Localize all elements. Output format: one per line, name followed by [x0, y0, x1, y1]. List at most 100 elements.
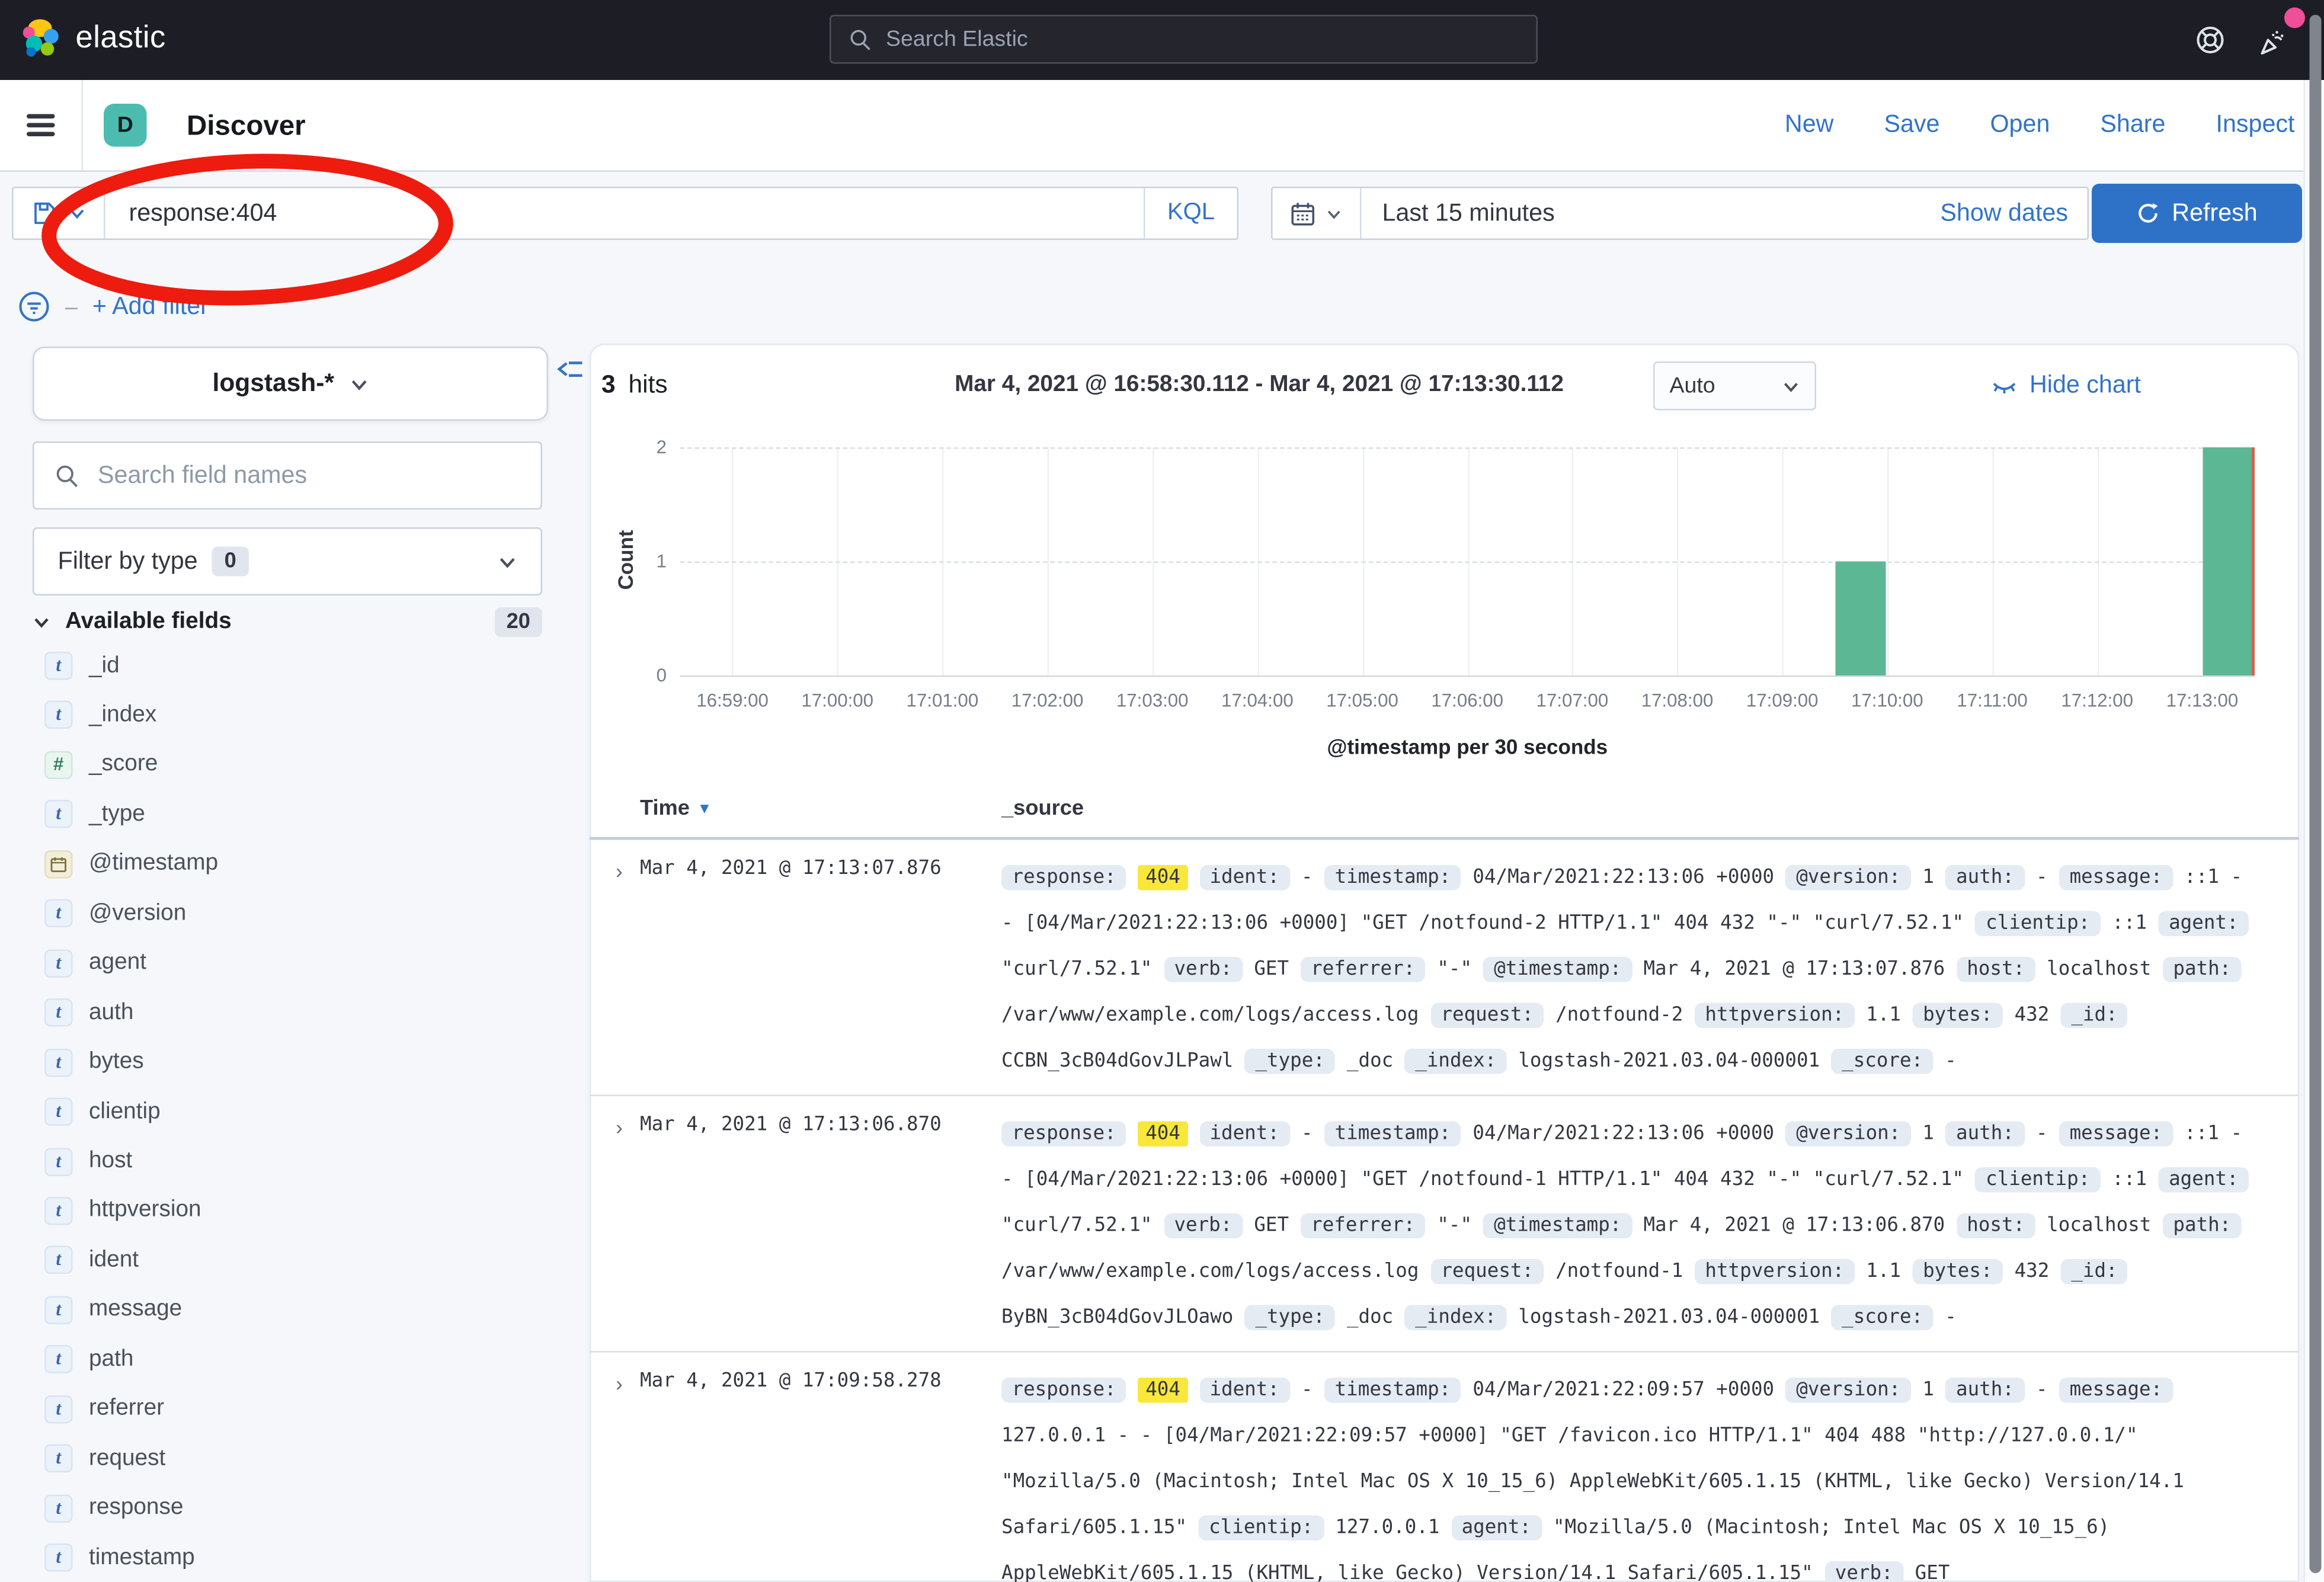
field-item-agent[interactable]: tagent [44, 949, 146, 978]
brand-name: elastic [76, 21, 166, 56]
field-name: @timestamp [89, 851, 218, 878]
scrollbar-thumb[interactable] [2309, 15, 2320, 1573]
field-value: 1 [1922, 867, 1934, 889]
histogram-bar[interactable] [1835, 562, 1886, 676]
field-item-_id[interactable]: t_id [44, 652, 120, 680]
x-tick-label: 17:05:00 [1326, 690, 1398, 711]
field-name-badge: host: [1957, 957, 2035, 982]
saved-query-menu[interactable] [14, 188, 104, 239]
field-item-httpversion[interactable]: thttpversion [44, 1197, 201, 1225]
field-value: /var/www/example.com/logs/access.log [1001, 1004, 1419, 1027]
field-value: CCBN_3cB04dGovJLPawl [1001, 1051, 1233, 1073]
field-name-badge: _type: [1245, 1049, 1335, 1074]
query-text[interactable]: response:404 [105, 199, 1144, 228]
field-name-badge: path: [2163, 957, 2242, 982]
menu-hamburger-icon[interactable] [27, 114, 55, 137]
collapse-sidebar-icon[interactable] [557, 356, 585, 384]
field-name-badge: message: [2059, 1378, 2173, 1403]
x-tick-label: 17:13:00 [2166, 690, 2239, 711]
expand-row-icon[interactable]: › [598, 1368, 640, 1582]
field-name-badge: httpversion: [1695, 1003, 1855, 1029]
field-search-input[interactable]: Search field names [33, 441, 542, 510]
field-name-badge: message: [2059, 865, 2173, 891]
field-item-clientip[interactable]: tclientip [44, 1098, 161, 1126]
field-item-@version[interactable]: t@version [44, 899, 186, 928]
sort-desc-icon[interactable]: ▼ [697, 800, 712, 817]
field-item-bytes[interactable]: tbytes [44, 1048, 144, 1077]
field-value: - [1945, 1306, 1957, 1329]
global-search-input[interactable]: Search Elastic [830, 15, 1538, 64]
field-value: GET [1915, 1563, 1950, 1582]
refresh-button[interactable]: Refresh [2092, 184, 2302, 243]
field-name-badge: clientip: [1199, 1516, 1324, 1541]
x-tick-label: 17:11:00 [1957, 690, 2027, 711]
field-item-response[interactable]: t response [44, 1494, 183, 1523]
index-pattern-selector[interactable]: logstash-* [33, 347, 548, 421]
menu-item-inspect[interactable]: Inspect [2216, 111, 2294, 140]
time-range-value[interactable]: Last 15 minutes [1362, 199, 1941, 228]
filter-list-icon[interactable] [18, 290, 50, 323]
filter-by-type-count: 0 [213, 547, 248, 577]
eye-closed-icon [1991, 373, 2018, 399]
field-value: 432 [2015, 1261, 2050, 1283]
field-name-badge: agent: [2159, 1167, 2249, 1193]
field-item-_type[interactable]: t_type [44, 800, 145, 829]
field-name-badge: timestamp: [1324, 1378, 1461, 1403]
string-field-type-icon: t [44, 1543, 73, 1572]
add-filter-button[interactable]: + Add filter [92, 293, 209, 321]
date-quick-menu[interactable] [1273, 201, 1361, 226]
table-row: ›Mar 4, 2021 @ 17:13:06.870response: 404… [590, 1096, 2299, 1353]
field-item-_index[interactable]: t_index [44, 702, 156, 730]
field-value: GET [1254, 959, 1289, 981]
help-icon[interactable] [2194, 24, 2227, 56]
expand-row-icon[interactable]: › [598, 1111, 640, 1341]
column-header-time[interactable]: Time ▼ [640, 797, 712, 821]
query-input[interactable]: response:404 KQL [12, 187, 1238, 240]
field-item-request[interactable]: trequest [44, 1445, 165, 1473]
string-field-type-icon: t [44, 1494, 73, 1523]
field-name-badge: auth: [1946, 1122, 2025, 1147]
menu-item-open[interactable]: Open [1990, 111, 2050, 140]
string-field-type-icon: t [44, 652, 73, 680]
field-value: 1 [1922, 1123, 1934, 1145]
y-gridline [680, 447, 2255, 449]
elastic-logo[interactable]: elastic [21, 18, 166, 59]
hide-chart-button[interactable]: Hide chart [1991, 372, 2141, 401]
y-tick-label: 2 [622, 437, 667, 458]
filter-by-type-select[interactable]: Filter by type 0 [33, 527, 542, 595]
string-field-type-icon: t [44, 998, 73, 1027]
field-item-@timestamp[interactable]: @timestamp [44, 850, 218, 878]
show-dates-button[interactable]: Show dates [1940, 199, 2087, 228]
highlighted-value: 404 [1138, 865, 1188, 891]
field-name-badge: auth: [1946, 1378, 2025, 1403]
hits-label: hits [629, 370, 668, 399]
newsfeed-icon[interactable] [2256, 24, 2292, 59]
field-item-ident[interactable]: tident [44, 1246, 139, 1274]
menu-item-save[interactable]: Save [1884, 111, 1939, 140]
x-tick-label: 17:10:00 [1851, 690, 1923, 711]
calendar-field-type-icon [44, 850, 73, 878]
field-name: agent [89, 950, 146, 976]
space-badge[interactable]: D [104, 104, 147, 147]
field-item-auth[interactable]: tauth [44, 998, 133, 1027]
time-column-label: Time [640, 797, 690, 821]
hits-number: 3 [601, 370, 616, 399]
field-value: Mar 4, 2021 @ 17:13:07.876 [1643, 959, 1945, 981]
menu-item-share[interactable]: Share [2100, 111, 2165, 140]
expand-row-icon[interactable]: › [598, 855, 640, 1085]
available-fields-header[interactable]: Available fields 20 [33, 607, 542, 637]
query-language-button[interactable]: KQL [1145, 200, 1237, 227]
histogram-bar[interactable] [2202, 447, 2253, 675]
field-item-referrer[interactable]: treferrer [44, 1395, 164, 1423]
field-item-timestamp[interactable]: ttimestamp [44, 1543, 195, 1572]
field-value: ::1 [2112, 912, 2147, 935]
menu-item-new[interactable]: New [1785, 111, 1834, 140]
field-name: response [89, 1495, 183, 1522]
field-value: _doc [1347, 1306, 1393, 1329]
field-item-_score[interactable]: #_score [44, 751, 158, 779]
interval-select[interactable]: Auto [1653, 361, 1816, 411]
field-item-path[interactable]: tpath [44, 1346, 133, 1374]
field-item-host[interactable]: thost [44, 1147, 132, 1176]
field-item-message[interactable]: tmessage [44, 1296, 182, 1324]
field-name-badge: timestamp: [1324, 865, 1461, 891]
